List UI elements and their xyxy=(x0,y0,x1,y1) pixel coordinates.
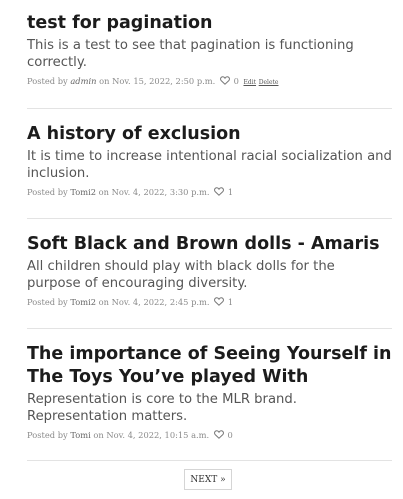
posted-by-label: Posted by xyxy=(27,187,68,197)
on-label: on xyxy=(99,76,110,86)
post-meta: Posted by Tomi on Nov. 4, 2022, 10:15 a.… xyxy=(27,430,392,441)
post-excerpt: It is time to increase intentional racia… xyxy=(27,149,392,181)
on-label: on xyxy=(98,187,110,197)
post-title[interactable]: test for pagination xyxy=(27,12,392,35)
post-item: test for pagination This is a test to se… xyxy=(27,12,392,87)
post-meta: Posted by admin on Nov. 15, 2022, 2:50 p… xyxy=(27,76,392,87)
post-meta: Posted by Tomi2 on Nov. 4, 2022, 2:45 p.… xyxy=(27,297,392,308)
heart-icon[interactable] xyxy=(214,297,225,308)
post-author[interactable]: admin xyxy=(70,76,96,86)
post-author[interactable]: Tomi2 xyxy=(70,297,96,307)
post-date: Nov. 4, 2022, 3:30 p.m. xyxy=(111,187,210,197)
edit-link[interactable]: Edit xyxy=(243,79,256,86)
post-author[interactable]: Tomi2 xyxy=(70,187,96,197)
on-label: on xyxy=(93,430,104,440)
posted-by-label: Posted by xyxy=(27,76,68,86)
post-title[interactable]: Soft Black and Brown dolls - Amaris xyxy=(27,233,392,256)
post-excerpt: This is a test to see that pagination is… xyxy=(27,38,354,70)
like-count: 0 xyxy=(227,430,233,440)
heart-icon[interactable] xyxy=(214,187,225,198)
post-divider xyxy=(27,218,392,219)
post-item: The importance of Seeing Yourself in The… xyxy=(27,343,392,441)
post-date: Nov. 4, 2022, 2:45 p.m. xyxy=(111,297,210,307)
like-count: 0 xyxy=(233,76,239,86)
post-excerpt: All children should play with black doll… xyxy=(27,259,335,291)
post-divider xyxy=(27,460,392,461)
like-count: 1 xyxy=(227,187,234,197)
heart-icon[interactable] xyxy=(213,430,224,441)
like-count: 1 xyxy=(227,297,234,307)
post-date: Nov. 4, 2022, 10:15 a.m. xyxy=(106,430,210,440)
post-date: Nov. 15, 2022, 2:50 p.m. xyxy=(112,76,216,86)
post-divider xyxy=(27,108,392,109)
on-label: on xyxy=(98,297,110,307)
post-divider xyxy=(27,328,392,329)
post-author[interactable]: Tomi xyxy=(70,430,90,440)
posted-by-label: Posted by xyxy=(27,430,68,440)
delete-link[interactable]: Delete xyxy=(259,79,279,86)
post-item: A history of exclusion It is time to inc… xyxy=(27,123,392,198)
post-title[interactable]: A history of exclusion xyxy=(27,123,392,146)
posted-by-label: Posted by xyxy=(27,297,68,307)
heart-icon[interactable] xyxy=(219,76,230,87)
post-meta: Posted by Tomi2 on Nov. 4, 2022, 3:30 p.… xyxy=(27,187,392,198)
post-title[interactable]: The importance of Seeing Yourself in The… xyxy=(27,343,392,389)
post-excerpt: Representation is core to the MLR brand.… xyxy=(27,392,297,424)
post-item: Soft Black and Brown dolls - Amaris All … xyxy=(27,233,392,308)
next-page-button[interactable]: NEXT » xyxy=(184,469,232,490)
